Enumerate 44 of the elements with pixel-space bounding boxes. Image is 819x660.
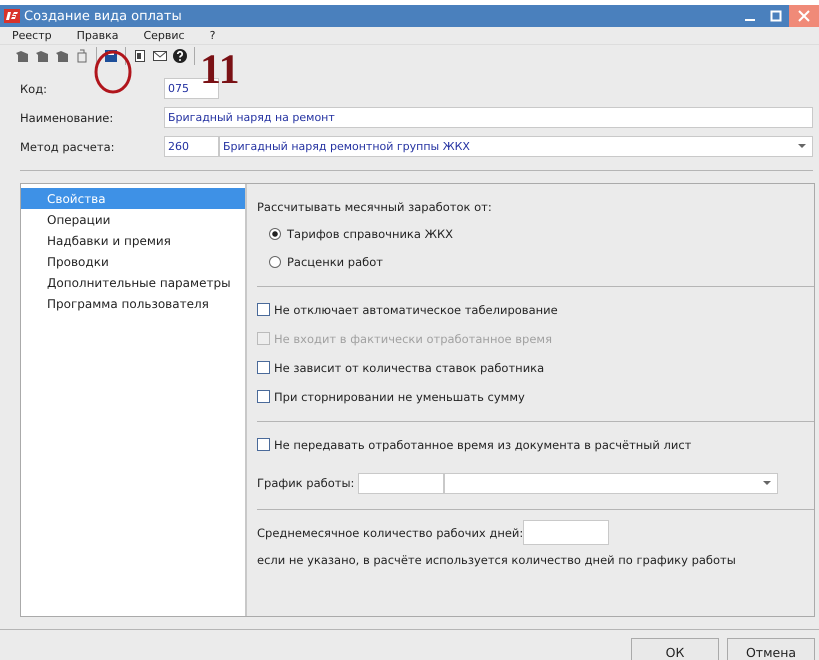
section-heading: Рассчитывать месячный заработок от: xyxy=(257,200,493,216)
radio-label: Тарифов справочника ЖКХ xyxy=(287,227,454,241)
checkbox-label: Не отключает автоматическое табелирование xyxy=(274,302,558,316)
cancel-button[interactable]: Отмена xyxy=(727,638,815,660)
checkbox[interactable] xyxy=(257,390,270,403)
dropdown-arrow-icon[interactable] xyxy=(798,144,806,149)
window-title: Создание вида оплаты xyxy=(24,8,182,24)
checkbox-label: Не зависит от количества ставок работника xyxy=(274,360,544,374)
section-item[interactable]: Программа пользователя xyxy=(21,293,245,314)
section-item[interactable]: Проводки xyxy=(21,251,245,272)
section-item[interactable]: Операции xyxy=(21,209,245,230)
section-item[interactable]: Надбавки и премия xyxy=(21,230,245,251)
days-field[interactable] xyxy=(523,520,610,545)
radio-button[interactable] xyxy=(269,256,281,268)
menu-item[interactable]: Сервис xyxy=(143,29,185,42)
schedule-code-field[interactable] xyxy=(358,472,444,494)
menu-item[interactable]: ? xyxy=(210,29,216,42)
method-code-field[interactable]: 260 xyxy=(164,136,219,157)
hint-text: если не указано, в расчёте используется количество дней по графику работы xyxy=(257,553,737,567)
annotation-ellipse xyxy=(93,50,133,94)
checkbox[interactable] xyxy=(257,361,270,374)
method-dropdown[interactable]: Бригадный наряд ремонтной группы ЖКХ xyxy=(219,136,813,157)
checkbox-label: При сторнировании не уменьшать сумму xyxy=(274,390,525,404)
menu-item[interactable]: Реестр xyxy=(12,29,52,42)
menu-item[interactable]: Правка xyxy=(76,29,118,42)
document-icon[interactable] xyxy=(132,48,148,64)
dropdown-arrow-icon[interactable] xyxy=(763,480,772,486)
radio-button[interactable] xyxy=(269,228,281,240)
help-icon[interactable] xyxy=(172,48,188,64)
mail-icon[interactable] xyxy=(152,48,168,64)
checkbox[interactable] xyxy=(257,303,270,316)
field-label: Наименование: xyxy=(20,110,114,124)
radio-label: Расценки работ xyxy=(287,255,383,269)
section-item[interactable]: Дополнительные параметры xyxy=(21,272,245,293)
field-label: Код: xyxy=(20,82,48,96)
checkbox[interactable] xyxy=(257,438,270,451)
checkbox-label: Не входит в фактически отработанное время xyxy=(274,332,552,346)
name-field[interactable]: Бригадный наряд на ремонт xyxy=(164,107,813,128)
app-logo-icon xyxy=(4,9,20,23)
field-label: Среднемесячное количество рабочих дней: xyxy=(257,526,524,540)
checkbox-label: Не передавать отработанное время из документа в расчётный лист xyxy=(274,438,692,452)
field-label: Метод расчета: xyxy=(20,140,116,154)
field-label: График работы: xyxy=(257,476,354,490)
ok-button[interactable]: ОК xyxy=(631,638,719,660)
